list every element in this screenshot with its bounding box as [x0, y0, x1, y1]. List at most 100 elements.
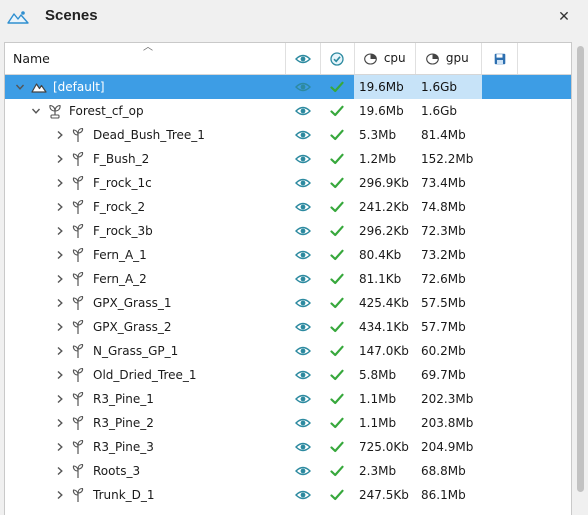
tree-node-label: Fern_A_2 [93, 272, 147, 286]
eye-icon[interactable] [289, 243, 317, 267]
tree-row[interactable]: [default] 19.6Mb 1.6Gb [5, 75, 571, 99]
eye-icon[interactable] [289, 291, 317, 315]
checkmark-icon[interactable] [323, 387, 351, 411]
chevron-right-icon[interactable] [53, 411, 67, 435]
checkmark-icon[interactable] [323, 171, 351, 195]
column-header-gpu[interactable]: gpu [416, 43, 482, 74]
scrollbar-thumb[interactable] [577, 46, 584, 492]
chevron-right-icon[interactable] [53, 123, 67, 147]
column-header-save[interactable] [482, 43, 518, 74]
gpu-memory-value: 73.2Mb [421, 248, 466, 262]
column-header-name[interactable]: Name ︿ [5, 43, 286, 74]
eye-icon[interactable] [289, 123, 317, 147]
column-cpu-label: cpu [383, 51, 406, 65]
eye-icon[interactable] [289, 483, 317, 507]
vertical-scrollbar[interactable] [573, 42, 588, 514]
checkmark-icon[interactable] [323, 75, 351, 99]
tree-row[interactable]: R3_Pine_1 1.1Mb 202.3Mb [5, 387, 571, 411]
checkmark-icon[interactable] [323, 435, 351, 459]
eye-icon[interactable] [289, 363, 317, 387]
eye-icon[interactable] [289, 387, 317, 411]
column-header-cpu[interactable]: cpu [354, 43, 416, 74]
chevron-right-icon[interactable] [53, 483, 67, 507]
tree-row[interactable]: Dead_Bush_Tree_1 5.3Mb 81.4Mb [5, 123, 571, 147]
cpu-memory-value: 241.2Kb [359, 200, 409, 214]
tree-row[interactable]: R3_Pine_3 725.0Kb 204.9Mb [5, 435, 571, 459]
tree-node-label: GPX_Grass_1 [93, 296, 172, 310]
chevron-right-icon[interactable] [53, 291, 67, 315]
checkmark-icon[interactable] [323, 195, 351, 219]
tree-row[interactable]: N_Grass_GP_1 147.0Kb 60.2Mb [5, 339, 571, 363]
checkmark-icon[interactable] [323, 219, 351, 243]
tree-row[interactable]: Forest_cf_op 19.6Mb 1.6Gb [5, 99, 571, 123]
tree-row[interactable]: GPX_Grass_2 434.1Kb 57.7Mb [5, 315, 571, 339]
close-icon[interactable]: ✕ [555, 8, 573, 26]
checkmark-icon[interactable] [323, 315, 351, 339]
chevron-right-icon[interactable] [53, 387, 67, 411]
checkmark-icon[interactable] [323, 147, 351, 171]
checkmark-icon[interactable] [323, 339, 351, 363]
tree-row[interactable]: F_rock_2 241.2Kb 74.8Mb [5, 195, 571, 219]
chevron-down-icon[interactable] [13, 75, 27, 99]
chevron-right-icon[interactable] [53, 339, 67, 363]
chevron-right-icon[interactable] [53, 171, 67, 195]
tree-row[interactable]: F_rock_1c 296.9Kb 73.4Mb [5, 171, 571, 195]
chevron-right-icon[interactable] [53, 363, 67, 387]
eye-icon[interactable] [289, 219, 317, 243]
chevron-right-icon[interactable] [53, 147, 67, 171]
chevron-right-icon[interactable] [53, 267, 67, 291]
eye-icon[interactable] [289, 99, 317, 123]
gpu-memory-value: 69.7Mb [421, 368, 466, 382]
tree-node-label: F_rock_2 [93, 200, 146, 214]
tree-row[interactable]: Fern_A_2 81.1Kb 72.6Mb [5, 267, 571, 291]
cpu-memory-value: 1.2Mb [359, 152, 397, 166]
tree-row[interactable]: Trunk_D_1 247.5Kb 86.1Mb [5, 483, 571, 507]
checkmark-icon[interactable] [323, 363, 351, 387]
chevron-right-icon[interactable] [53, 435, 67, 459]
eye-icon[interactable] [289, 267, 317, 291]
checkmark-icon[interactable] [323, 459, 351, 483]
plant-group-icon [47, 103, 63, 119]
cpu-memory-value: 5.3Mb [359, 128, 397, 142]
panel-titlebar: Scenes ✕ [0, 0, 588, 36]
tree-row[interactable]: Roots_3 2.3Mb 68.8Mb [5, 459, 571, 483]
memory-chip-icon [426, 51, 443, 65]
tree-row[interactable]: Old_Dried_Tree_1 5.8Mb 69.7Mb [5, 363, 571, 387]
column-header-visibility[interactable] [286, 43, 321, 74]
eye-icon[interactable] [289, 339, 317, 363]
eye-icon[interactable] [289, 315, 317, 339]
panel-title: Scenes [45, 7, 98, 24]
checkmark-icon[interactable] [323, 267, 351, 291]
tree-row[interactable]: R3_Pine_2 1.1Mb 203.8Mb [5, 411, 571, 435]
tree-node-label: F_Bush_2 [93, 152, 150, 166]
tree-row[interactable]: F_rock_3b 296.2Kb 72.3Mb [5, 219, 571, 243]
checkmark-icon[interactable] [323, 411, 351, 435]
checkmark-icon[interactable] [323, 243, 351, 267]
chevron-right-icon[interactable] [53, 315, 67, 339]
checkmark-icon[interactable] [323, 123, 351, 147]
chevron-right-icon[interactable] [53, 459, 67, 483]
eye-icon[interactable] [289, 171, 317, 195]
chevron-right-icon[interactable] [53, 195, 67, 219]
tree-row[interactable]: F_Bush_2 1.2Mb 152.2Mb [5, 147, 571, 171]
eye-icon[interactable] [289, 147, 317, 171]
tree-row[interactable]: GPX_Grass_1 425.4Kb 57.5Mb [5, 291, 571, 315]
eye-icon[interactable] [289, 75, 317, 99]
eye-icon[interactable] [289, 435, 317, 459]
eye-icon[interactable] [289, 195, 317, 219]
chevron-right-icon[interactable] [53, 243, 67, 267]
tree-row[interactable]: Fern_A_1 80.4Kb 73.2Mb [5, 243, 571, 267]
cpu-memory-value: 296.9Kb [359, 176, 409, 190]
chevron-down-icon[interactable] [29, 99, 43, 123]
plant-sprout-icon [71, 175, 87, 191]
eye-icon[interactable] [289, 411, 317, 435]
gpu-memory-value: 68.8Mb [421, 464, 466, 478]
column-header-enabled[interactable] [320, 43, 355, 74]
sort-ascending-icon: ︿ [143, 42, 153, 53]
checkmark-icon[interactable] [323, 99, 351, 123]
tree-node-label: F_rock_3b [93, 224, 153, 238]
checkmark-icon[interactable] [323, 291, 351, 315]
eye-icon[interactable] [289, 459, 317, 483]
chevron-right-icon[interactable] [53, 219, 67, 243]
checkmark-icon[interactable] [323, 483, 351, 507]
